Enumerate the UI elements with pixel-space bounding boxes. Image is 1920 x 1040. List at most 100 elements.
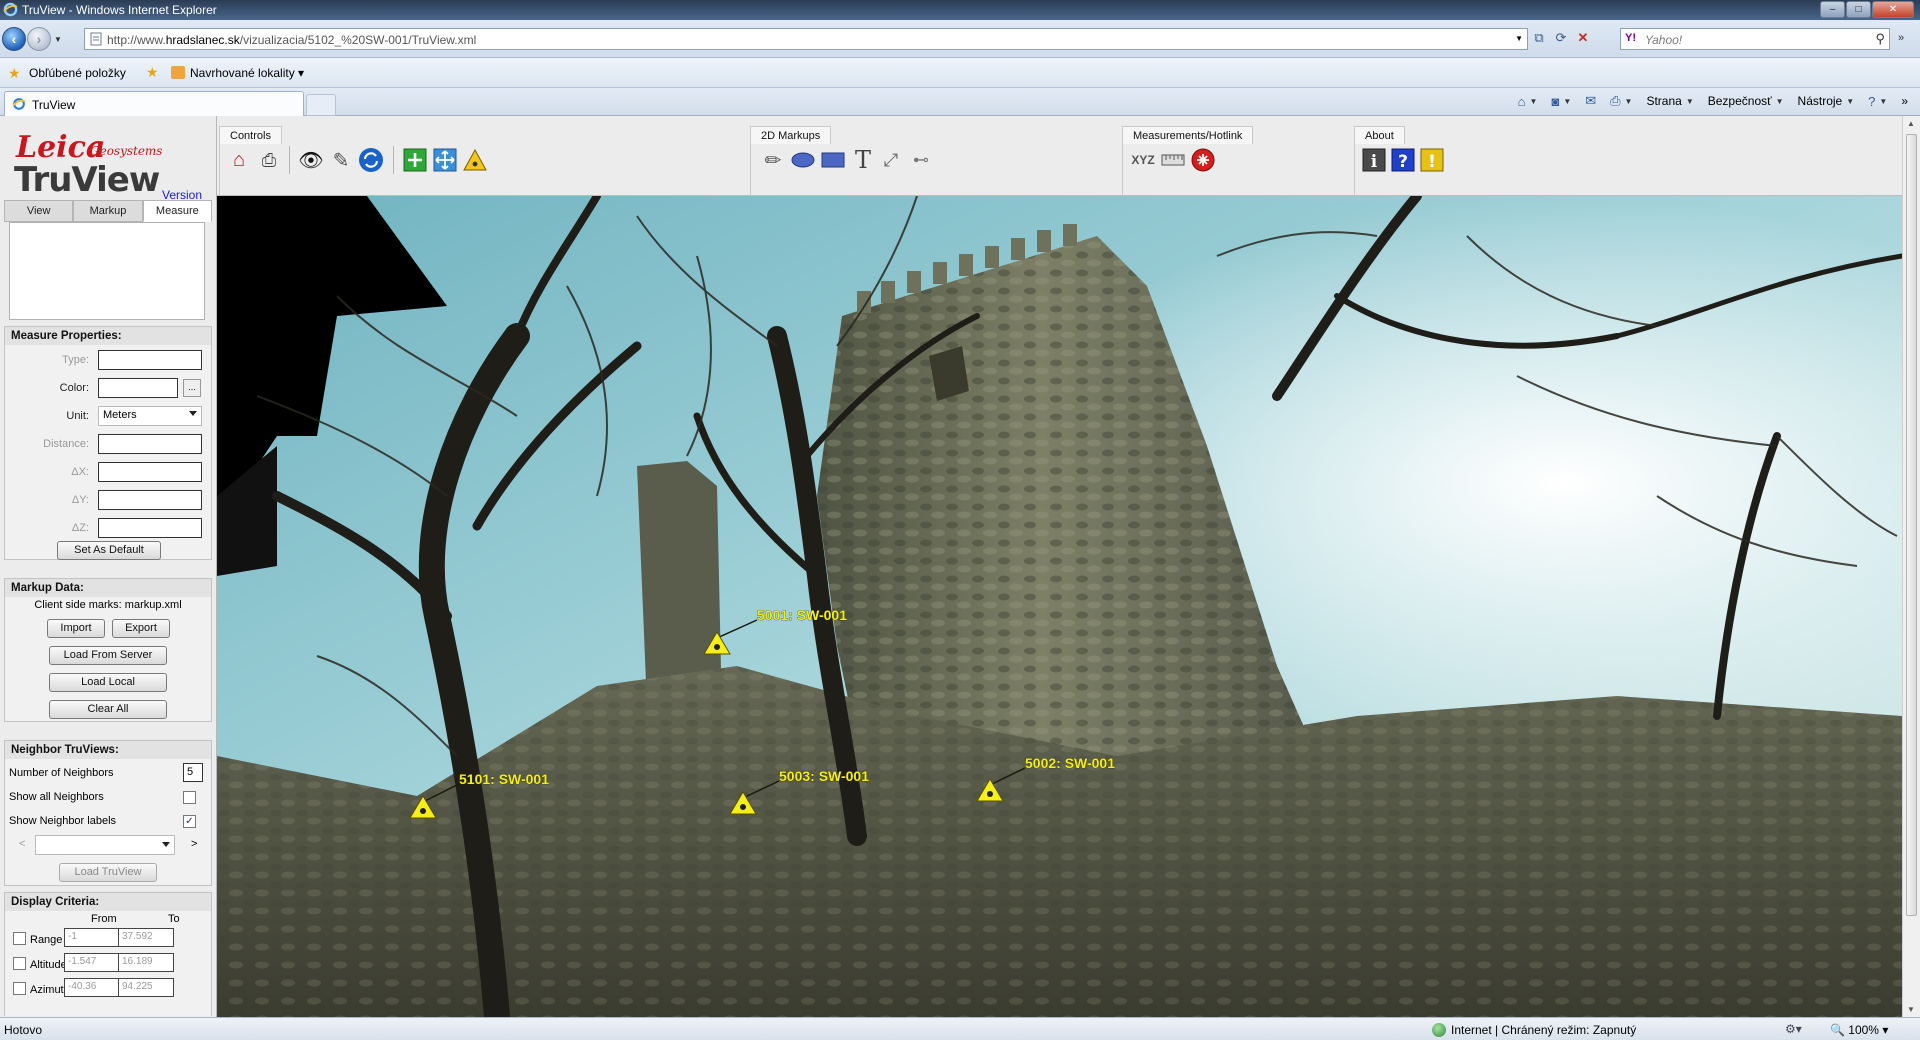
forward-button[interactable]: › <box>27 27 51 51</box>
panorama-viewport[interactable]: 5001: SW-001 5002: SW-001 5003: SW-001 5101… <box>217 196 1902 1017</box>
favorites-button[interactable]: Obľúbené položky <box>29 66 126 80</box>
add-favorites-icon[interactable]: ★ <box>146 64 159 81</box>
measurement-list[interactable] <box>9 222 205 320</box>
pan-icon[interactable] <box>431 146 459 174</box>
new-tab-button[interactable] <box>306 94 336 116</box>
color-field[interactable] <box>98 378 178 398</box>
prev-neighbor-button[interactable]: < <box>19 838 25 850</box>
hotlink-icon[interactable] <box>1189 146 1217 174</box>
link-markup-icon[interactable]: ⊷ <box>907 146 935 174</box>
number-of-neighbors-input[interactable]: 5 <box>183 763 203 782</box>
export-button[interactable]: Export <box>112 619 170 638</box>
azimuth-checkbox[interactable] <box>13 982 26 995</box>
azimuth-from-field[interactable]: -40.36 <box>64 978 120 997</box>
help-menu[interactable]: ? ▼ <box>1868 94 1887 109</box>
load-local-button[interactable]: Load Local <box>49 673 167 692</box>
type-field[interactable] <box>98 350 202 370</box>
pan-svg <box>433 148 457 172</box>
tab-measure[interactable]: Measure <box>142 200 212 222</box>
altitude-to-field[interactable]: 16.189 <box>118 953 174 972</box>
load-truview-button[interactable]: Load TruView <box>59 863 157 882</box>
pencil-icon[interactable]: ✏ <box>759 146 787 174</box>
range-checkbox[interactable] <box>13 932 26 945</box>
rectangle-icon[interactable] <box>819 146 847 174</box>
search-input[interactable]: Y! Yahoo! ⚲ <box>1620 28 1890 50</box>
close-window-button[interactable]: ✕ <box>1872 1 1914 18</box>
sync-icon[interactable] <box>357 146 385 174</box>
zoom-level[interactable]: 🔍 100% ▾ <box>1830 1023 1888 1037</box>
more-options-icon[interactable]: » <box>1898 32 1904 44</box>
text-tool-icon[interactable]: T <box>849 146 877 174</box>
range-to-field[interactable]: 37.592 <box>118 928 174 947</box>
marker-label[interactable]: 5002: SW-001 <box>1025 755 1116 772</box>
mail-command[interactable]: ✉ <box>1585 93 1596 109</box>
tab-view[interactable]: View <box>4 200 74 222</box>
search-icon[interactable]: ⚲ <box>1875 31 1885 47</box>
help-question-icon[interactable]: ? <box>1389 146 1417 174</box>
protected-mode-icon[interactable]: ⚙▾ <box>1785 1022 1802 1036</box>
ruler-icon[interactable] <box>1159 146 1187 174</box>
dx-field[interactable] <box>98 462 202 482</box>
next-neighbor-button[interactable]: > <box>191 838 197 850</box>
altitude-checkbox[interactable] <box>13 957 26 970</box>
brush-icon[interactable]: ✎ <box>327 146 355 174</box>
scroll-up-icon[interactable]: ▲ <box>1907 119 1915 128</box>
xyz-icon[interactable]: XYZ <box>1129 146 1157 174</box>
alert-icon[interactable]: ! <box>1418 146 1446 174</box>
stop-icon[interactable]: ✕ <box>1574 29 1592 47</box>
marker-label[interactable]: 5003: SW-001 <box>779 768 870 785</box>
refresh-icon[interactable]: ⟳ <box>1552 29 1570 47</box>
marker-dot <box>714 644 720 650</box>
to-header: To <box>168 913 180 925</box>
distance-field[interactable] <box>98 434 202 454</box>
svg-text:i: i <box>1371 152 1378 172</box>
import-button[interactable]: Import <box>47 619 105 638</box>
unit-select[interactable]: Meters <box>98 406 202 426</box>
marker-label[interactable]: 5001: SW-001 <box>757 607 848 624</box>
minimize-button[interactable]: – <box>1820 1 1845 18</box>
show-all-neighbors-checkbox[interactable] <box>183 791 196 804</box>
vertical-scrollbar[interactable]: ▲ ▼ <box>1902 116 1920 1017</box>
range-from-field[interactable]: -1 <box>64 928 120 947</box>
warning-triangle-icon[interactable] <box>461 146 489 174</box>
load-from-server-button[interactable]: Load From Server <box>49 646 167 665</box>
tools-menu[interactable]: Nástroje ▼ <box>1798 94 1855 108</box>
overflow-chevron[interactable]: » <box>1901 94 1908 108</box>
print-command[interactable]: ⎙ ▼ <box>1610 93 1632 109</box>
show-neighbor-labels-checkbox[interactable]: ✓ <box>183 815 196 828</box>
url-dropdown-icon[interactable]: ▼ <box>1515 34 1523 43</box>
dz-field[interactable] <box>98 518 202 538</box>
color-picker-button[interactable]: ... <box>183 379 201 397</box>
suggested-sites-button[interactable]: Navrhované lokality ▾ <box>190 66 304 80</box>
home-view-icon[interactable]: ⌂ <box>225 146 253 174</box>
azimuth-to-field[interactable]: 94.225 <box>118 978 174 997</box>
set-as-default-button[interactable]: Set As Default <box>57 541 161 560</box>
url-field[interactable]: http://www.hradslanec.sk/vizualizacia/51… <box>84 28 1528 50</box>
feeds-command[interactable]: ◙ ▼ <box>1551 94 1571 109</box>
safety-menu[interactable]: Bezpečnosť ▼ <box>1708 94 1784 108</box>
info-icon[interactable]: i <box>1360 146 1388 174</box>
altitude-label: Altitude <box>30 959 67 971</box>
tab-markup[interactable]: Markup <box>73 200 143 222</box>
dimension-icon[interactable]: ⤢ <box>877 146 905 174</box>
scroll-thumb[interactable] <box>1906 134 1917 916</box>
zoom-in-icon[interactable] <box>401 146 429 174</box>
clear-all-button[interactable]: Clear All <box>49 700 167 719</box>
eye-icon[interactable]: 👁 <box>297 146 325 174</box>
altitude-from-field[interactable]: -1.547 <box>64 953 120 972</box>
neighbor-select[interactable] <box>35 835 175 855</box>
compatibility-view-icon[interactable]: ⧉ <box>1530 29 1548 47</box>
security-zone[interactable]: Internet | Chránený režim: Zapnutý <box>1432 1023 1636 1037</box>
dy-field[interactable] <box>98 490 202 510</box>
favorites-star-icon[interactable]: ★ <box>8 65 21 82</box>
history-dropdown-icon[interactable]: ▼ <box>54 35 62 44</box>
back-button[interactable]: ‹ <box>2 27 26 51</box>
marker-label[interactable]: 5101: SW-001 <box>459 771 550 788</box>
print-view-icon[interactable]: ⎙ <box>255 146 283 174</box>
scroll-down-icon[interactable]: ▼ <box>1907 1005 1915 1014</box>
page-menu[interactable]: Strana ▼ <box>1646 94 1693 108</box>
maximize-button[interactable]: □ <box>1846 1 1871 18</box>
ellipse-icon[interactable] <box>789 146 817 174</box>
home-command[interactable]: ⌂ ▼ <box>1518 94 1538 109</box>
tab-truview[interactable]: TruView <box>4 91 304 116</box>
